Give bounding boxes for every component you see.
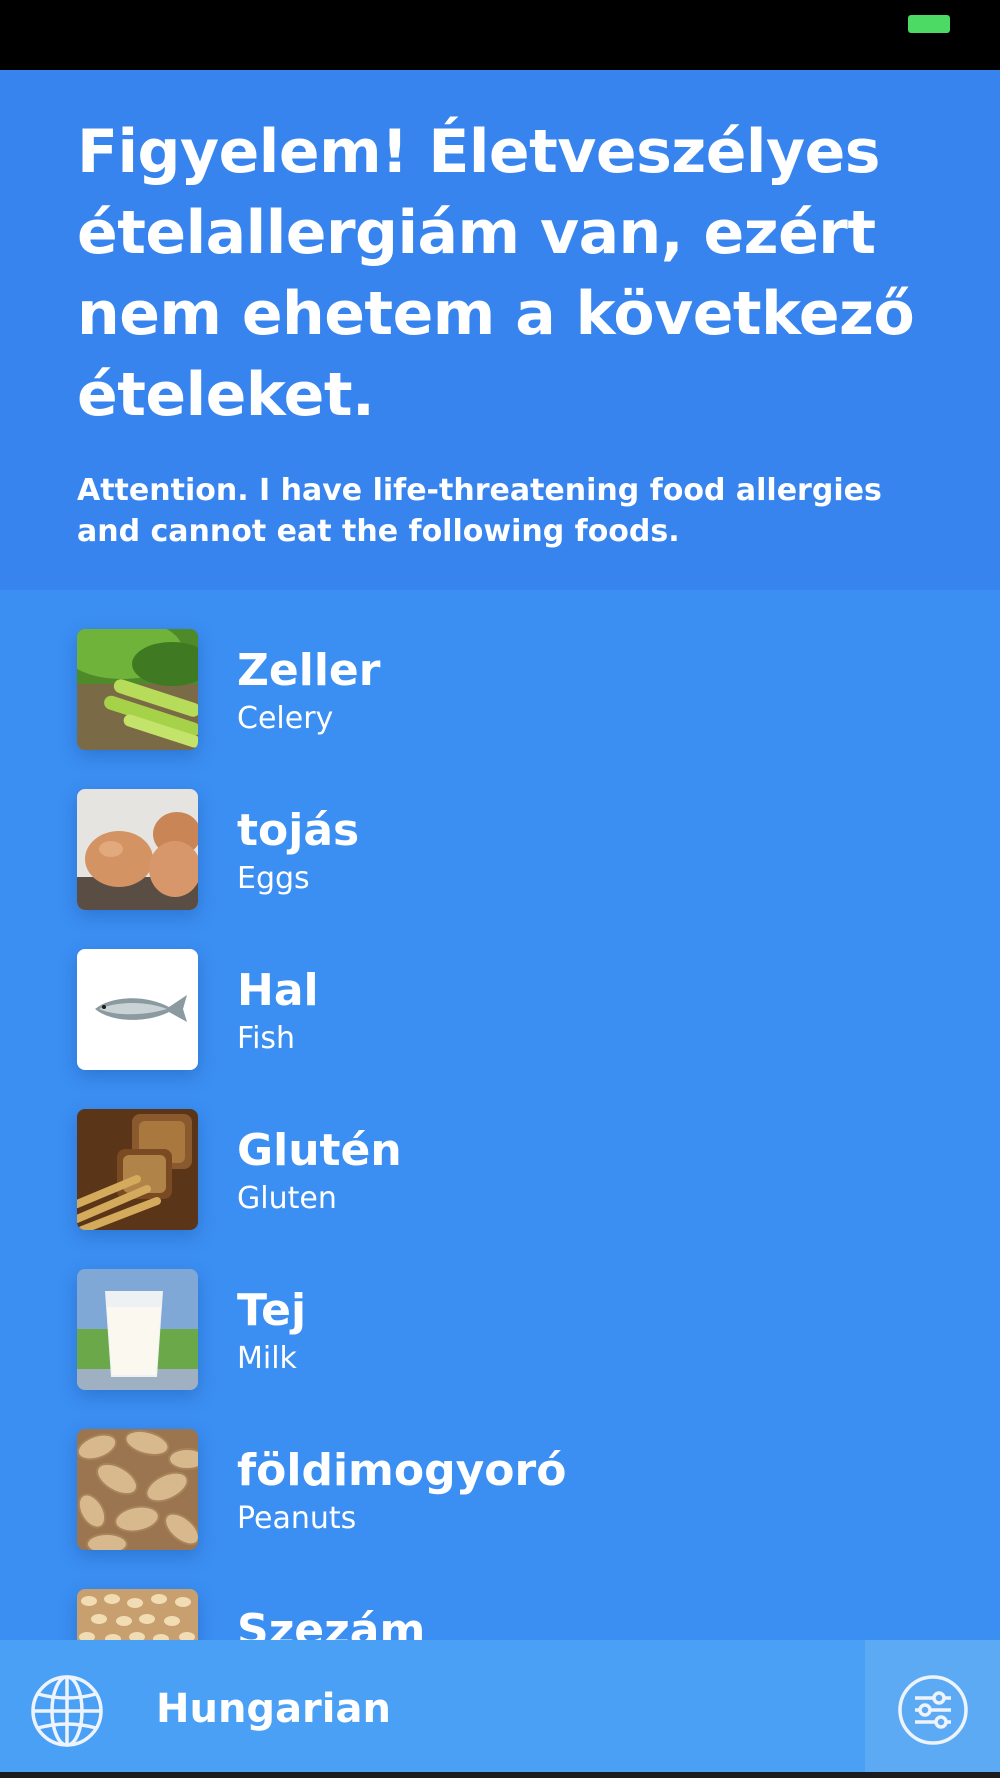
allergy-translation: Fish: [237, 1021, 296, 1056]
allergy-name: Zeller: [237, 645, 381, 696]
language-label[interactable]: Hungarian: [156, 1684, 391, 1734]
allergy-name: tojás: [237, 805, 360, 856]
allergy-translation: Peanuts: [237, 1501, 357, 1536]
bottom-bar: Hungarian: [0, 1640, 1000, 1778]
allergy-translation: Gluten: [237, 1181, 337, 1216]
allergy-item-sesame[interactable]: Szezám: [0, 1550, 1000, 1640]
celery-image: [77, 629, 198, 750]
allergy-list[interactable]: Zeller Celery tojás Eggs Hal Fish Glutén…: [0, 590, 1000, 1640]
home-indicator: [0, 1772, 1000, 1778]
allergy-name: Tej: [237, 1285, 307, 1336]
allergy-name: Szezám: [237, 1605, 426, 1640]
allergy-item-celery[interactable]: Zeller Celery: [0, 590, 1000, 750]
peanuts-image: [77, 1429, 198, 1550]
allergy-name: Hal: [237, 965, 319, 1016]
warning-header: Figyelem! Életveszélyes ételallergiám va…: [0, 70, 1000, 590]
globe-icon[interactable]: [30, 1674, 104, 1748]
warning-title: Figyelem! Életveszélyes ételallergiám va…: [77, 117, 915, 430]
allergy-item-fish[interactable]: Hal Fish: [0, 910, 1000, 1070]
eggs-image: [77, 789, 198, 910]
allergy-item-eggs[interactable]: tojás Eggs: [0, 750, 1000, 910]
allergy-item-milk[interactable]: Tej Milk: [0, 1230, 1000, 1390]
allergy-name: földimogyoró: [237, 1445, 567, 1496]
allergy-name: Glutén: [237, 1125, 402, 1176]
bread-image: [77, 1109, 198, 1230]
allergy-item-gluten[interactable]: Glutén Gluten: [0, 1070, 1000, 1230]
allergy-translation: Eggs: [237, 861, 310, 896]
allergy-item-peanuts[interactable]: földimogyoró Peanuts: [0, 1390, 1000, 1550]
battery-icon: [908, 15, 950, 33]
milk-image: [77, 1269, 198, 1390]
allergy-translation: Milk: [237, 1341, 297, 1376]
sesame-image: [77, 1589, 198, 1640]
status-bar: [0, 0, 1000, 70]
allergy-translation: Celery: [237, 701, 334, 736]
fish-image: [77, 949, 198, 1070]
warning-subtitle: Attention. I have life-threatening food …: [77, 473, 882, 549]
sliders-icon[interactable]: [897, 1674, 969, 1746]
